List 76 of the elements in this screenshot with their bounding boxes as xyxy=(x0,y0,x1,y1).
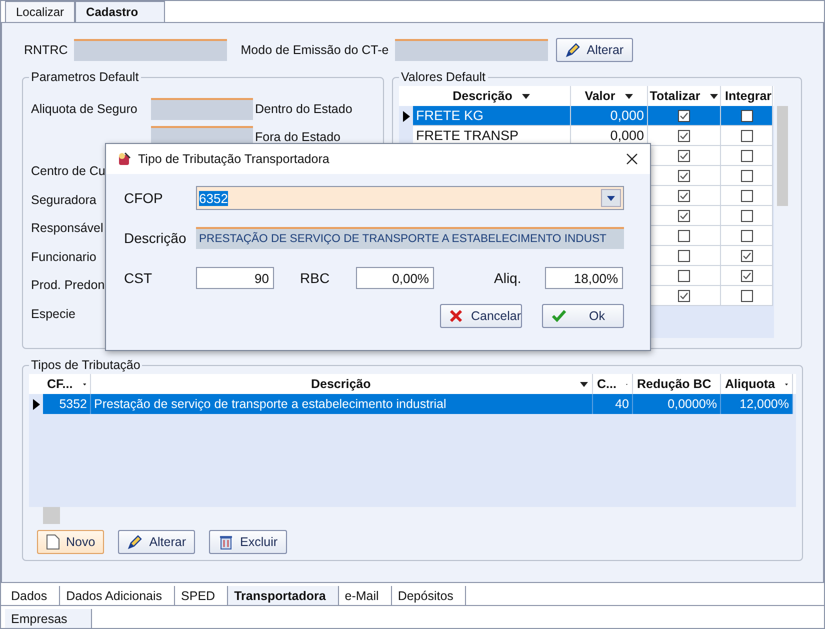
tab[interactable]: Localizar xyxy=(5,1,76,22)
checkbox[interactable] xyxy=(740,130,752,142)
field-label: Funcionario xyxy=(31,248,96,266)
input-field[interactable] xyxy=(74,39,227,61)
input-field[interactable]: 90 xyxy=(196,267,274,289)
checkbox[interactable] xyxy=(678,110,690,122)
field-label: Prod. Predon xyxy=(31,277,105,294)
table-cell: FRETE KG xyxy=(413,106,571,126)
checkbox[interactable] xyxy=(678,210,690,222)
field-label: Seguradora xyxy=(31,192,96,209)
checkbox[interactable] xyxy=(740,290,752,302)
cfop-dropdown[interactable]: 6352 xyxy=(196,186,624,210)
pen-icon xyxy=(564,42,581,58)
field-label: RBC xyxy=(299,270,331,286)
close-icon xyxy=(449,309,463,323)
checkbox[interactable] xyxy=(740,230,752,242)
checkbox[interactable] xyxy=(678,270,690,282)
field-label: Dentro do Estado xyxy=(255,102,352,116)
tab[interactable]: Cadastro xyxy=(75,1,166,22)
table-cell: 5352 xyxy=(43,394,91,414)
ok-button[interactable]: Ok xyxy=(542,304,624,328)
field-label: Centro de Cu xyxy=(31,163,106,180)
input-field[interactable]: 0,00% xyxy=(356,267,434,289)
checkbox[interactable] xyxy=(678,130,690,142)
edit-button[interactable]: Alterar xyxy=(118,530,196,554)
checkbox[interactable] xyxy=(678,290,690,302)
checkbox[interactable] xyxy=(740,250,752,262)
pen-icon xyxy=(127,534,144,550)
close-icon[interactable] xyxy=(626,153,638,165)
checkbox[interactable] xyxy=(740,170,752,182)
field-label: Responsável xyxy=(31,220,104,237)
dropdown-caret-icon[interactable] xyxy=(710,94,718,98)
table-cell: 0,000 xyxy=(571,106,648,126)
table-cell: 0,0000% xyxy=(633,394,721,414)
checkbox[interactable] xyxy=(740,150,752,162)
checkbox[interactable] xyxy=(740,190,752,202)
field-label: CFOP xyxy=(124,190,164,206)
input-field[interactable] xyxy=(151,98,253,120)
checkbox[interactable] xyxy=(678,150,690,162)
trash-icon xyxy=(218,534,234,550)
table-cell: 12,000% xyxy=(721,394,793,414)
checkbox[interactable] xyxy=(740,110,752,122)
field-label: Fora do Estado xyxy=(255,130,340,144)
check-icon xyxy=(551,309,567,323)
dropdown-caret-icon[interactable] xyxy=(625,94,634,98)
field-label: Aliquota de Seguro xyxy=(31,102,138,116)
checkbox[interactable] xyxy=(678,230,690,242)
dropdown-caret-icon[interactable] xyxy=(522,94,530,98)
input-field[interactable] xyxy=(394,39,548,61)
document-icon xyxy=(46,534,60,550)
field-label: CST xyxy=(124,270,153,286)
checkbox[interactable] xyxy=(678,170,690,182)
checkbox[interactable] xyxy=(740,210,752,222)
app-icon xyxy=(116,151,132,167)
tab[interactable]: Transportadora xyxy=(228,586,339,605)
edit-button[interactable]: Alterar xyxy=(556,38,633,62)
field-label: Aliq. xyxy=(493,270,522,286)
checkbox[interactable] xyxy=(740,270,752,282)
tab[interactable]: Empresas xyxy=(5,609,92,628)
new-button[interactable]: Novo xyxy=(37,530,104,554)
field-label: RNTRC xyxy=(24,43,68,57)
delete-button[interactable]: Excluir xyxy=(209,530,287,554)
cancel-button[interactable]: Cancelar xyxy=(440,304,522,328)
description-field[interactable]: PRESTAÇÃO DE SERVIÇO DE TRANSPORTE A ESTABELECIMENTO INDUST xyxy=(196,227,624,249)
checkbox[interactable] xyxy=(678,190,690,202)
field-label: Modo de Emissão do CT-e xyxy=(240,43,389,57)
field-label: Especie xyxy=(31,306,76,323)
table-cell: 40 xyxy=(593,394,633,414)
field-label: Descrição xyxy=(124,230,188,246)
checkbox[interactable] xyxy=(678,250,690,262)
dialog-title: Tipo de Tributação Transportadora xyxy=(138,152,330,166)
input-field[interactable]: 18,00% xyxy=(545,267,623,289)
dropdown-caret-icon[interactable] xyxy=(580,382,588,386)
group-title: Tipos de Tributação xyxy=(29,358,142,373)
table-cell: Prestação de serviço de transporte a estabelecimento industrial xyxy=(91,394,593,414)
dropdown-caret-icon[interactable] xyxy=(607,196,615,200)
